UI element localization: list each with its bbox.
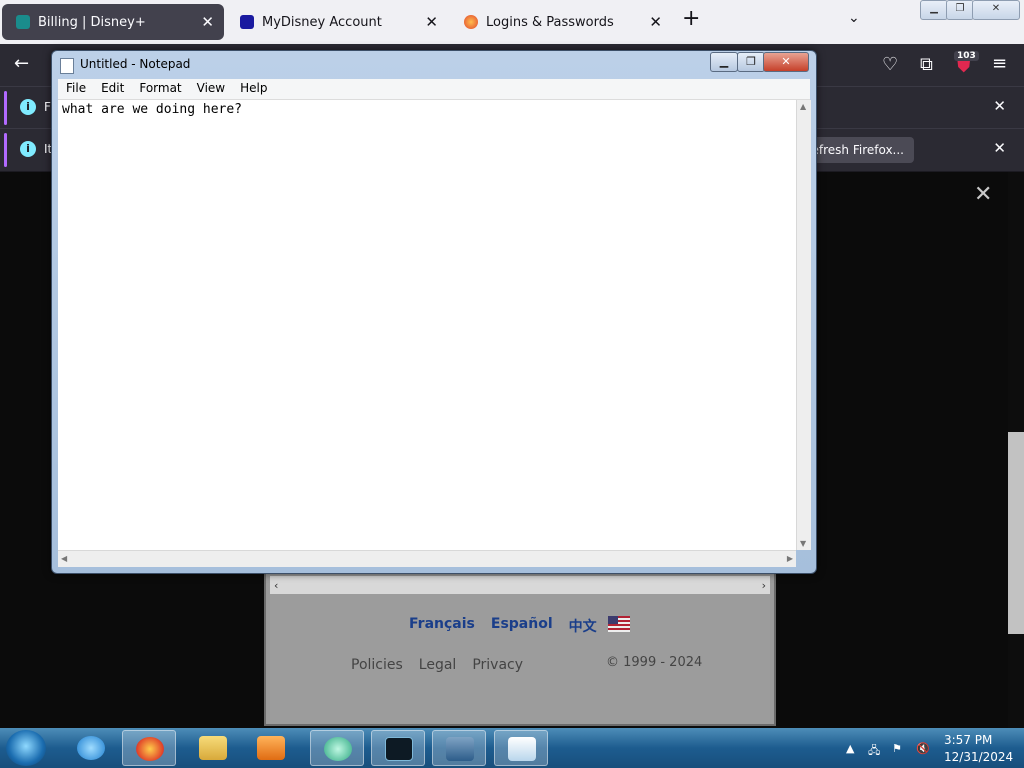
tab-title: MyDisney Account <box>262 14 382 30</box>
disney-plus-icon <box>16 15 30 29</box>
close-tab-icon[interactable]: ✕ <box>201 13 214 31</box>
notepad-icon <box>60 58 74 74</box>
tab-title: Billing | Disney+ <box>38 14 146 30</box>
menu-format[interactable]: Format <box>131 79 188 99</box>
scroll-right-icon[interactable]: › <box>762 579 766 592</box>
copyright-text: © 1999 - 2024 <box>606 655 703 670</box>
start-button[interactable] <box>6 730 46 766</box>
scroll-down-icon[interactable]: ▼ <box>800 539 806 548</box>
menu-edit[interactable]: Edit <box>93 79 131 99</box>
show-hidden-icons[interactable]: ▲ <box>846 742 854 755</box>
close-window-button[interactable]: ✕ <box>972 0 1020 20</box>
shield-app-icon[interactable] <box>432 730 486 766</box>
back-arrow-icon[interactable]: ← <box>14 53 29 74</box>
tab-mydisney-account[interactable]: MyDisney Account ✕ <box>226 4 448 40</box>
close-notification-icon[interactable]: ✕ <box>993 139 1006 157</box>
scroll-right-icon[interactable]: ▶ <box>787 554 793 563</box>
firefox-icon <box>464 15 478 29</box>
disney-icon <box>240 15 254 29</box>
tab-title: Logins & Passwords <box>486 14 614 30</box>
notification-text: F <box>44 100 51 114</box>
menu-icon[interactable]: ≡ <box>992 53 1007 74</box>
volume-muted-icon[interactable]: 🔇 <box>916 742 930 755</box>
clock-time[interactable]: 3:57 PM <box>944 733 992 747</box>
extensions-icon[interactable]: ⧉ <box>920 54 933 75</box>
us-flag-icon[interactable] <box>608 616 630 632</box>
notepad-taskbar-icon[interactable] <box>494 730 548 766</box>
close-notification-icon[interactable]: ✕ <box>993 97 1006 115</box>
notepad-window[interactable]: Untitled - Notepad ▁ ❐ ✕ File Edit Forma… <box>51 50 817 574</box>
horizontal-scrollbar[interactable]: ‹ › <box>270 576 770 594</box>
browser-tab-strip: Billing | Disney+ ✕ MyDisney Account ✕ L… <box>0 0 1024 44</box>
dialog-close-icon[interactable]: ✕ <box>974 182 992 207</box>
firefox-taskbar-icon[interactable] <box>122 730 176 766</box>
lang-chinese-link[interactable]: 中文 <box>569 616 597 636</box>
page-scrollbar-thumb[interactable] <box>1008 432 1024 634</box>
media-player-icon[interactable] <box>244 730 298 766</box>
extension-badge: 103 <box>954 51 979 61</box>
tab-billing-disney[interactable]: Billing | Disney+ ✕ <box>2 4 224 40</box>
close-tab-icon[interactable]: ✕ <box>425 13 438 31</box>
info-icon: i <box>20 99 36 115</box>
info-icon: i <box>20 141 36 157</box>
new-tab-button[interactable]: + <box>682 6 700 31</box>
policies-link[interactable]: Policies <box>351 657 403 673</box>
maximize-button[interactable]: ❐ <box>946 0 974 20</box>
privacy-link[interactable]: Privacy <box>472 657 523 673</box>
menu-bar: File Edit Format View Help <box>58 79 810 100</box>
horizontal-scrollbar[interactable]: ◀ ▶ <box>58 550 796 567</box>
maximize-button[interactable]: ❐ <box>737 52 765 72</box>
green-app-icon[interactable] <box>310 730 364 766</box>
language-links: Français Español 中文 <box>409 616 597 636</box>
notification-stripe <box>4 133 7 167</box>
lang-spanish-link[interactable]: Español <box>491 616 553 636</box>
tab-list-button[interactable]: ⌄ <box>848 10 860 26</box>
scroll-up-icon[interactable]: ▲ <box>800 102 806 111</box>
menu-help[interactable]: Help <box>232 79 274 99</box>
close-button[interactable]: ✕ <box>763 52 809 72</box>
scroll-left-icon[interactable]: ‹ <box>274 579 278 592</box>
menu-view[interactable]: View <box>189 79 232 99</box>
clock-date[interactable]: 12/31/2024 <box>944 750 1013 764</box>
internet-explorer-icon[interactable] <box>64 730 118 766</box>
pocket-icon[interactable]: ♡ <box>882 54 898 75</box>
vertical-scrollbar[interactable]: ▲ ▼ <box>796 100 811 550</box>
close-tab-icon[interactable]: ✕ <box>649 13 662 31</box>
action-center-icon[interactable]: ⚑ <box>892 742 902 755</box>
minimize-button[interactable]: ▁ <box>710 52 738 72</box>
window-title: Untitled - Notepad <box>80 57 191 71</box>
network-icon[interactable]: 🖧 <box>868 742 880 761</box>
house-app-icon[interactable] <box>371 730 425 766</box>
legal-link[interactable]: Legal <box>419 657 457 673</box>
menu-file[interactable]: File <box>58 79 93 99</box>
notification-stripe <box>4 91 7 125</box>
minimize-button[interactable]: ▁ <box>920 0 948 20</box>
text-editor[interactable]: what are we doing here? <box>58 100 796 550</box>
tab-logins-passwords[interactable]: Logins & Passwords ✕ <box>450 4 672 40</box>
file-explorer-icon[interactable] <box>186 730 240 766</box>
scroll-left-icon[interactable]: ◀ <box>61 554 67 563</box>
footer-links: Policies Legal Privacy <box>351 657 523 673</box>
lang-french-link[interactable]: Français <box>409 616 475 636</box>
